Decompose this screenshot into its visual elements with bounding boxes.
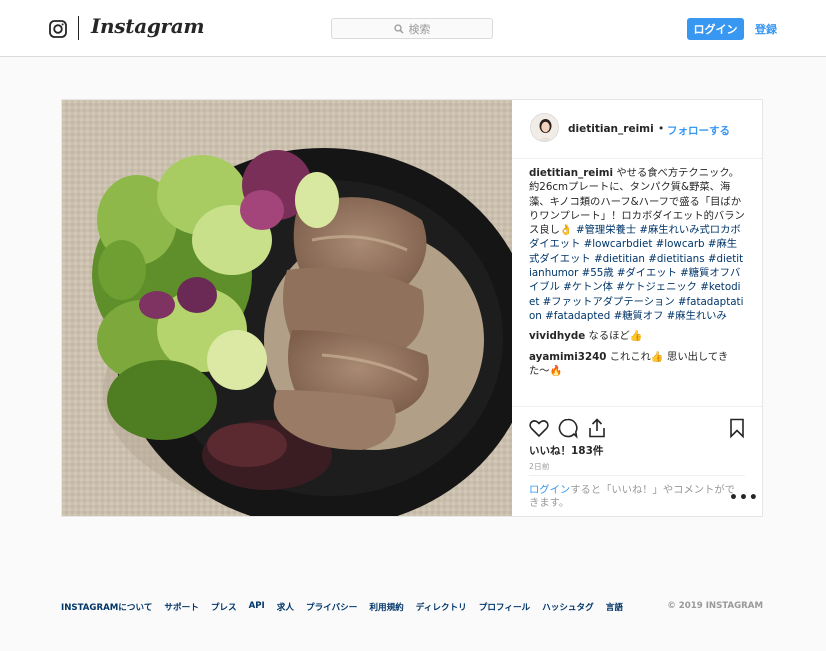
footer-link-jobs[interactable]: 求人 xyxy=(277,601,294,613)
footer-link-support[interactable]: サポート xyxy=(164,601,198,613)
login-button[interactable]: ログイン xyxy=(687,18,744,40)
post-timestamp[interactable]: 2日前 xyxy=(529,461,550,472)
post-card: dietitian_reimi • フォローする dietitian_reimi… xyxy=(61,99,763,517)
search-icon xyxy=(393,23,403,33)
like-count[interactable]: いいね！183件 xyxy=(529,443,603,458)
food-plate-image xyxy=(62,100,512,516)
footer-link-language[interactable]: 言語 xyxy=(606,601,623,613)
more-options-icon[interactable]: ••• xyxy=(729,490,759,506)
heart-icon[interactable] xyxy=(528,417,550,439)
comment-item: vividhyde なるほど👍 xyxy=(529,329,745,343)
copyright-text: © 2019 INSTAGRAM xyxy=(667,601,763,611)
login-to-comment-prompt: ログインすると「いいね！」やコメントができます。 xyxy=(529,475,745,510)
footer-link-profiles[interactable]: プロフィール xyxy=(479,601,530,613)
caption-hashtags[interactable]: #管理栄養士 #麻生れいみ式ロカボダイエット #lowcarbdiet #low… xyxy=(529,224,743,322)
post-sidebar: dietitian_reimi • フォローする dietitian_reimi… xyxy=(512,100,762,516)
bookmark-icon[interactable] xyxy=(726,417,748,439)
logo-divider xyxy=(78,16,79,40)
caption-username[interactable]: dietitian_reimi xyxy=(529,167,613,179)
footer-link-api[interactable]: API xyxy=(249,601,265,613)
comment-list: dietitian_reimi やせる食べ方テクニック。約26cmプレートに、タ… xyxy=(529,166,745,384)
instagram-wordmark-logo[interactable]: Instagram xyxy=(91,14,205,38)
login-link[interactable]: ログイン xyxy=(529,484,570,496)
signup-link[interactable]: 登録 xyxy=(755,21,777,37)
separator-dot: • xyxy=(658,123,665,135)
comment-item: ayamimi3240 これこれ👍 思い出してきた〜🔥 xyxy=(529,350,745,379)
top-nav-bar: Instagram 検索 ログイン 登録 xyxy=(0,0,826,57)
caption: dietitian_reimi やせる食べ方テクニック。約26cmプレートに、タ… xyxy=(529,166,745,323)
footer-link-press[interactable]: プレス xyxy=(211,601,237,613)
comment-icon[interactable] xyxy=(557,417,579,439)
footer-link-directory[interactable]: ディレクトリ xyxy=(416,601,467,613)
post-author-username[interactable]: dietitian_reimi xyxy=(568,123,654,135)
footer-link-about[interactable]: INSTAGRAMについて xyxy=(61,601,152,613)
post-photo[interactable] xyxy=(62,100,512,516)
search-input[interactable]: 検索 xyxy=(331,18,493,39)
post-actions: いいね！183件 2日前 ログインすると「いいね！」やコメントができます。 ••… xyxy=(512,406,762,516)
instagram-camera-icon[interactable] xyxy=(49,20,67,38)
footer-link-hashtags[interactable]: ハッシュタグ xyxy=(542,601,594,613)
comment-text: なるほど👍 xyxy=(585,330,643,343)
footer-link-privacy[interactable]: プライバシー xyxy=(306,601,357,613)
avatar-image xyxy=(531,114,558,141)
avatar[interactable] xyxy=(530,113,559,142)
footer-link-terms[interactable]: 利用規約 xyxy=(369,601,403,613)
post-header: dietitian_reimi • フォローする xyxy=(512,100,762,159)
footer: INSTAGRAMについて サポート プレス API 求人 プライバシー 利用規… xyxy=(61,601,763,615)
footer-links: INSTAGRAMについて サポート プレス API 求人 プライバシー 利用規… xyxy=(61,601,623,613)
comment-username[interactable]: vividhyde xyxy=(529,330,585,342)
search-placeholder: 検索 xyxy=(408,22,431,36)
follow-button[interactable]: フォローする xyxy=(667,123,730,138)
comment-username[interactable]: ayamimi3240 xyxy=(529,351,606,363)
share-icon[interactable] xyxy=(586,417,608,439)
